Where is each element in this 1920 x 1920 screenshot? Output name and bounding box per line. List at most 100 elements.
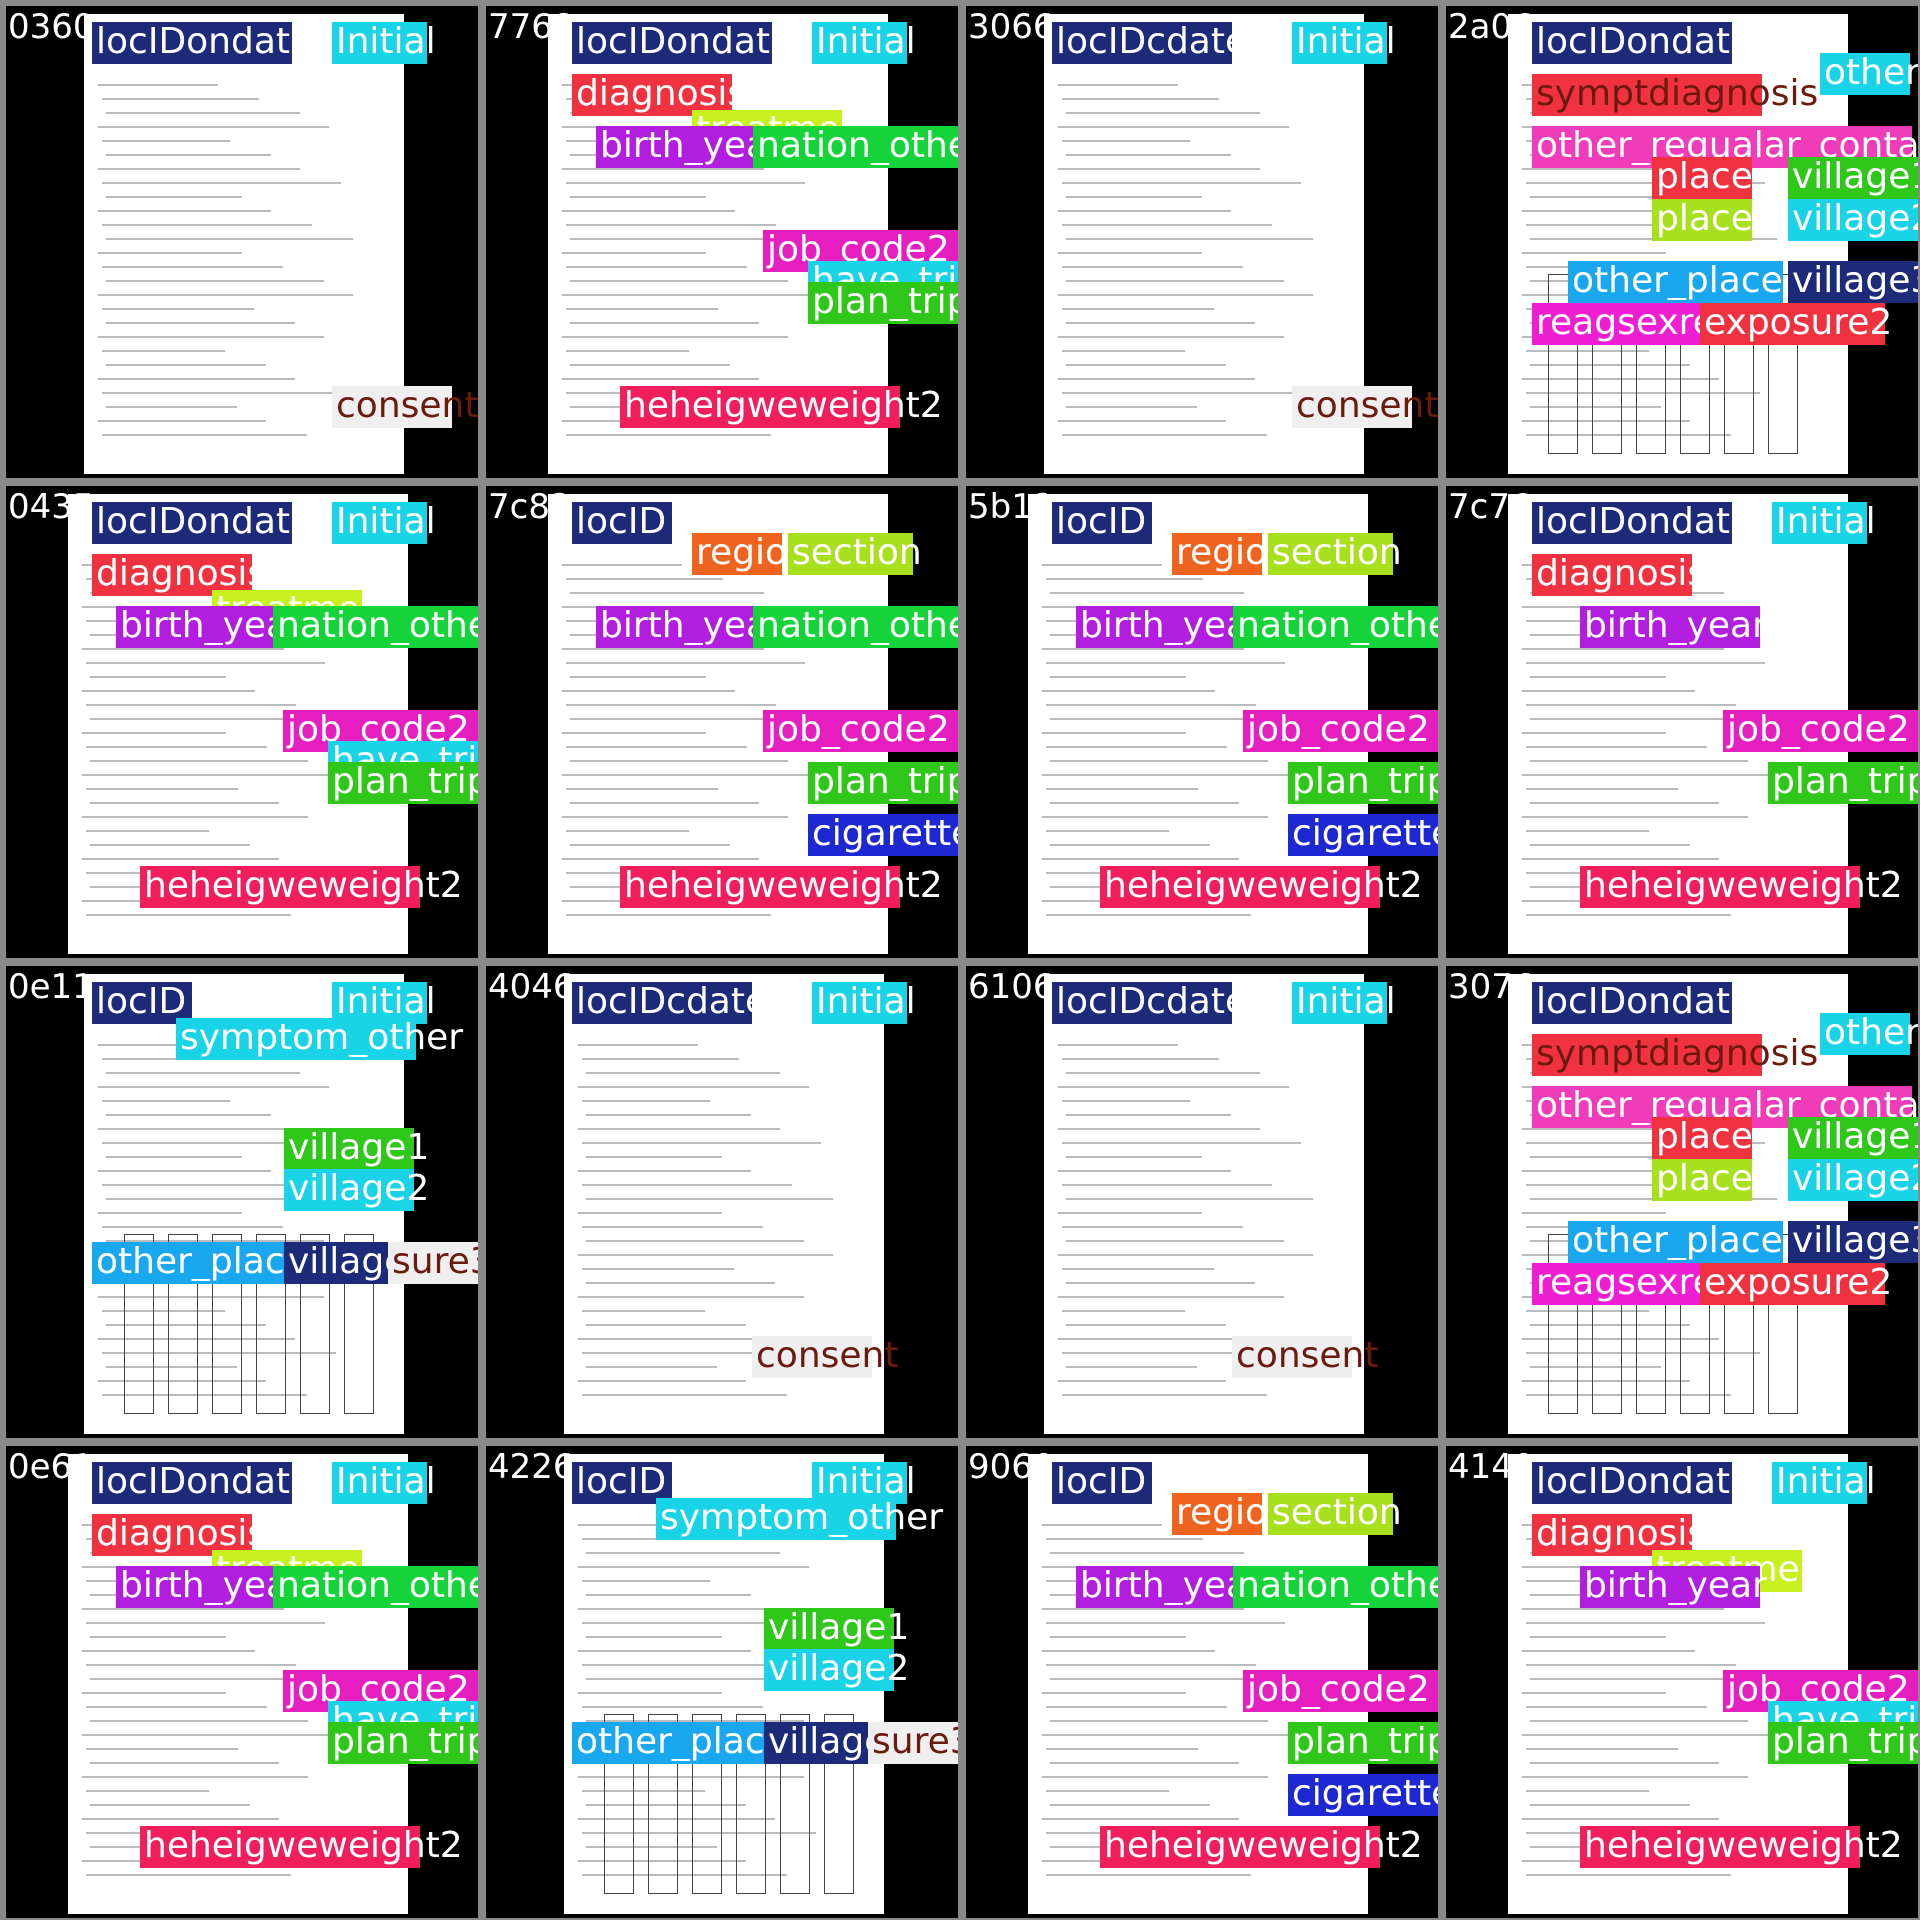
form-text-line [1058,252,1202,254]
label-underline [788,572,913,576]
form-text-line [1062,392,1296,394]
label-underline [1700,1301,1885,1305]
form-text-line [1046,1706,1227,1708]
form-text-line [562,858,759,860]
form-text-line [578,1692,722,1694]
form-text-line [586,1156,722,1158]
annotation-label: locIDcdate [1052,22,1247,64]
annotation-label: village1 [1788,1117,1918,1160]
annotation-label: place [1652,157,1753,200]
annotation-label: locIDondate [1532,982,1752,1024]
annotation-label: diagnosis [1532,1514,1706,1556]
form-text-line [102,1184,312,1186]
form-text-line [578,1128,780,1130]
label-underline [1233,1605,1438,1608]
annotation-label: birth_year [1076,1566,1263,1608]
form-text-line [578,1296,804,1298]
form-text-line [1522,732,1666,734]
form-text-line [1042,816,1268,818]
form-text-line [1058,1128,1260,1130]
form-text-line [586,1324,746,1326]
form-text-line [582,1142,821,1144]
label-underline [1052,541,1152,544]
form-text-line [82,858,279,860]
annotation-label: nation_other [1233,1566,1438,1608]
form-text-line [578,1254,833,1256]
form-text-line [82,1818,279,1820]
form-text-line [1066,154,1231,156]
annotation-label: other_place2 [92,1242,330,1284]
label-underline [284,1208,414,1212]
form-text-line [106,154,271,156]
label-underline [572,1021,752,1024]
label-underline [753,645,958,648]
label-underline [328,801,478,804]
tile-id-label: 9060 [968,1447,1055,1487]
annotation-label: section [1268,1493,1402,1536]
form-text-line [98,1086,329,1088]
annotation-label: nation_other [273,606,478,648]
form-text-line [1062,1184,1272,1186]
form-text-line [1526,1706,1707,1708]
form-text-line [1522,648,1724,650]
annotation-label: locIDondate [92,502,312,544]
form-text-line [90,802,279,804]
tile-id-label: 0e61 [8,1447,94,1487]
label-underline [92,61,292,64]
annotation-label: heheigweweight2 [1100,1826,1423,1868]
form-text-line [1062,1142,1301,1144]
form-text-line [1066,1366,1197,1368]
form-text-line [106,406,237,408]
form-text-line [586,1072,780,1074]
form-text-line [86,1748,238,1750]
form-text-line [102,98,259,100]
form-text-line [1530,1804,1690,1806]
annotation-label: other_place2 [1568,261,1806,304]
form-text-line [82,774,337,776]
form-text-line [86,662,325,664]
annotation-label: nation_other [753,606,958,648]
label-underline [752,1374,872,1378]
form-text-line [578,1044,698,1046]
form-text-line [86,1706,267,1708]
label-underline [812,61,907,64]
form-text-line [82,1776,308,1778]
annotation-label: Initial [332,502,436,544]
label-underline [332,61,427,64]
form-text-line [1066,1114,1231,1116]
label-underline [812,1021,907,1024]
label-underline [1652,237,1752,241]
form-text-line [1050,1720,1268,1722]
label-underline [1652,1197,1752,1201]
label-underline [116,645,296,648]
form-text-line [582,1058,739,1060]
form-text-line [1066,406,1197,408]
form-tile: 4046 locIDcdate Initial consent [486,966,958,1438]
form-tile: 7768locIDondateInitialdiagnosistreatment… [486,6,958,478]
label-underline [620,425,900,428]
annotation-label: symptdiagnosis [1532,74,1818,116]
annotation-label: locIDondate [92,22,312,64]
form-text-line [102,224,312,226]
label-underline [1052,1021,1232,1024]
form-text-line [1062,224,1272,226]
tile-id-label: 7c76 [1448,487,1532,527]
form-text-line [106,1072,300,1074]
form-text-line [566,914,771,916]
form-text-line [566,308,718,310]
annotation-label: other_place2 [572,1722,810,1764]
form-text-line [1062,1268,1214,1270]
label-underline [140,905,420,908]
form-text-line [566,266,747,268]
form-text-line [1058,336,1284,338]
form-text-line [1066,1072,1260,1074]
form-text-line [1062,1226,1243,1228]
label-underline [140,1865,420,1868]
form-text-line [98,336,324,338]
form-tile: 0435locIDondateInitialdiagnosistreatment… [6,486,478,958]
form-text-line [562,690,735,692]
form-text-line [1530,196,1666,198]
label-underline [1052,61,1232,64]
form-text-line [586,1114,751,1116]
annotation-label: reagsexre [1532,302,1715,345]
